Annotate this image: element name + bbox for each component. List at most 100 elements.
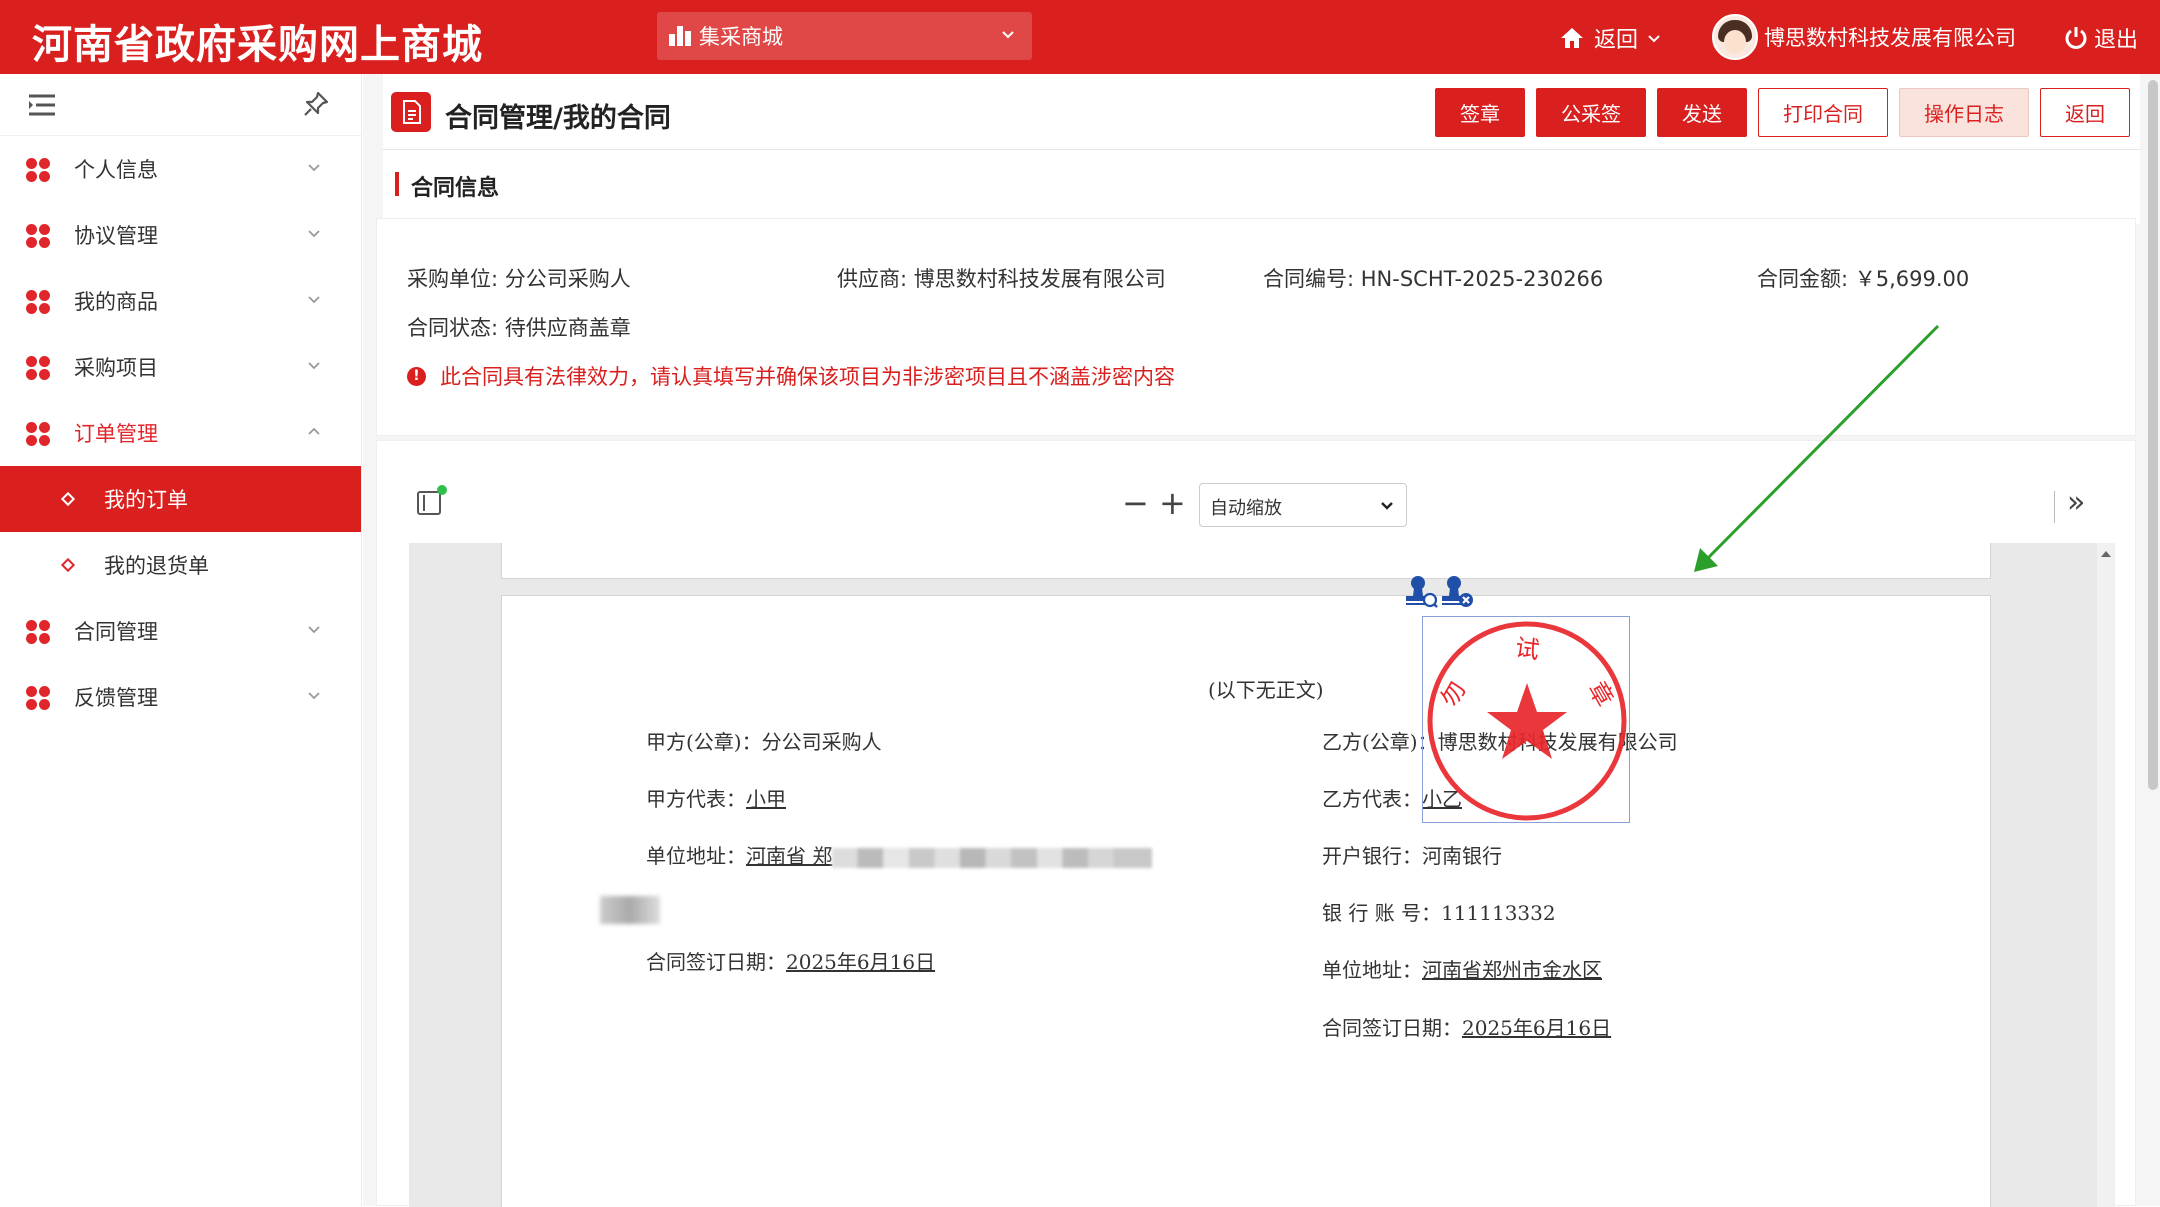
party-b-date-value: 2025年6月16日 — [1462, 1016, 1612, 1040]
party-a-date-line: 合同签订日期：2025年6月16日 — [646, 946, 935, 975]
toolbar-divider — [2054, 491, 2055, 523]
sidebar-subitem-label: 我的退货单 — [104, 554, 209, 578]
party-a-date-value: 2025年6月16日 — [786, 950, 936, 974]
sidebar-item-agreements[interactable]: 协议管理 — [0, 202, 361, 268]
page-scrollbar[interactable] — [2146, 80, 2160, 800]
page-title: 合同管理/我的合同 — [445, 103, 671, 134]
section-header: 合同信息 — [383, 150, 2140, 224]
operation-log-button[interactable]: 操作日志 — [1899, 88, 2029, 137]
sidebar-toolbar — [0, 74, 361, 136]
diamond-icon — [60, 491, 76, 507]
menu-toggle-icon[interactable] — [28, 94, 56, 116]
user-menu[interactable]: 博思数村科技发展有限公司 — [1712, 14, 2016, 60]
party-b-label: 乙方(公章)： — [1322, 730, 1438, 754]
sidebar-item-label: 采购项目 — [74, 356, 158, 380]
sidebar: 个人信息 协议管理 我的商品 采购项目 订单管理 我的订单 我的退货单 合同管理… — [0, 74, 362, 1206]
section-title: 合同信息 — [411, 176, 500, 201]
sidebar-item-label: 合同管理 — [74, 620, 158, 644]
pdf-pages-area[interactable]: (以下无正文) 甲方(公章)：分公司采购人 甲方代表：小甲 单位地址：河南省 郑… — [409, 543, 2115, 1207]
sign-button[interactable]: 签章 — [1435, 88, 1525, 137]
mall-select[interactable]: 集采商城 — [657, 12, 1032, 60]
more-tools-button[interactable]: » — [2067, 485, 2085, 520]
party-a-label: 甲方(公章)： — [646, 730, 762, 754]
pin-icon[interactable] — [302, 90, 330, 118]
sidebar-subitem-my-orders[interactable]: 我的订单 — [0, 466, 361, 532]
sidebar-item-feedback[interactable]: 反馈管理 — [0, 664, 361, 730]
chevron-down-icon — [308, 296, 320, 304]
page-scrollbar-thumb[interactable] — [2148, 80, 2158, 790]
party-a-address-line: 单位地址：河南省 郑 — [646, 840, 1153, 869]
party-a-rep-value: 小甲 — [746, 787, 786, 811]
logout-button[interactable]: 退出 — [2064, 22, 2138, 54]
party-b-addr-label: 单位地址： — [1322, 958, 1422, 982]
party-b-account-line: 银 行 账 号：111113332 — [1322, 897, 1556, 926]
stamp-preview-icon[interactable] — [1404, 574, 1438, 608]
party-b-bank-label: 开户银行： — [1322, 844, 1422, 868]
sidebar-subitem-my-returns[interactable]: 我的退货单 — [0, 532, 361, 598]
sidebar-item-contracts[interactable]: 合同管理 — [0, 598, 361, 664]
chevron-down-icon — [1002, 31, 1014, 39]
redacted-text — [832, 847, 1153, 868]
sidebar-item-profile[interactable]: 个人信息 — [0, 136, 361, 202]
stamp-tools — [1404, 574, 1476, 608]
clover-icon — [26, 620, 52, 646]
sidebar-item-label: 订单管理 — [74, 422, 158, 446]
party-b-addr-value: 河南省郑州市金水区 — [1422, 958, 1602, 982]
chevron-down-icon — [308, 692, 320, 700]
sidebar-item-label: 协议管理 — [74, 224, 158, 248]
stamp-remove-icon[interactable] — [1440, 574, 1474, 608]
party-a-date-label: 合同签订日期： — [646, 950, 786, 974]
return-button[interactable]: 返回 — [2040, 88, 2130, 137]
seal-selection-box[interactable]: 试 勿 章 — [1422, 616, 1630, 823]
back-menu[interactable]: 返回 — [1560, 22, 1662, 54]
party-b-address-line: 单位地址：河南省郑州市金水区 — [1322, 954, 1602, 983]
sidebar-item-label: 个人信息 — [74, 158, 158, 182]
site-title: 河南省政府采购网上商城 — [32, 21, 483, 68]
chevron-up-icon — [308, 427, 320, 435]
user-name: 博思数村科技发展有限公司 — [1764, 26, 2016, 50]
clover-icon — [26, 422, 52, 448]
zoom-select[interactable]: 自动缩放 — [1199, 483, 1407, 527]
public-sign-button[interactable]: 公采签 — [1536, 88, 1646, 137]
party-b-date-line: 合同签订日期：2025年6月16日 — [1322, 1012, 1611, 1041]
legal-warning-text: 此合同具有法律效力，请认真填写并确保该项目为非涉密项目且不涵盖涉密内容 — [440, 365, 1175, 389]
send-button[interactable]: 发送 — [1657, 88, 1747, 137]
zoom-out-button[interactable]: − — [1122, 487, 1149, 519]
party-a-rep-line: 甲方代表：小甲 — [646, 783, 786, 812]
clover-icon — [26, 158, 52, 184]
sidebar-item-products[interactable]: 我的商品 — [0, 268, 361, 334]
clover-icon — [26, 686, 52, 712]
contract-status: 合同状态: 待供应商盖章 — [407, 316, 631, 340]
sidebar-item-projects[interactable]: 采购项目 — [0, 334, 361, 400]
action-buttons: 签章 公采签 发送 打印合同 操作日志 返回 — [1424, 88, 2130, 137]
sidebar-subitem-label: 我的订单 — [104, 488, 188, 512]
party-a-seal-line: 甲方(公章)：分公司采购人 — [646, 726, 882, 755]
avatar — [1712, 14, 1758, 60]
party-b-bank-line: 开户银行：河南银行 — [1322, 840, 1502, 869]
annotation-arrow — [1694, 324, 1940, 572]
buyer-info: 采购单位: 分公司采购人 — [407, 267, 631, 291]
zoom-in-button[interactable]: + — [1159, 487, 1186, 519]
pdf-scrollbar[interactable] — [2097, 543, 2115, 1207]
chevron-down-icon — [1381, 502, 1393, 510]
page-header: 合同管理/我的合同 签章 公采签 发送 打印合同 操作日志 返回 — [383, 74, 2140, 150]
logout-label: 退出 — [2094, 28, 2139, 53]
scroll-up-icon[interactable] — [2101, 551, 2111, 557]
chevron-down-icon — [308, 626, 320, 634]
official-seal: 试 勿 章 — [1427, 621, 1627, 821]
document-icon — [391, 92, 431, 132]
sidebar-toggle-icon[interactable] — [417, 485, 447, 515]
print-contract-button[interactable]: 打印合同 — [1758, 88, 1888, 137]
party-b-bank-value: 河南银行 — [1422, 844, 1502, 868]
home-icon — [1561, 28, 1583, 48]
supplier-info: 供应商: 博思数村科技发展有限公司 — [837, 267, 1166, 291]
party-b-rep-label: 乙方代表： — [1322, 787, 1422, 811]
party-a-value: 分公司采购人 — [761, 730, 882, 754]
contract-number: 合同编号: HN-SCHT-2025-230266 — [1263, 267, 1604, 291]
clover-icon — [26, 356, 52, 382]
sidebar-item-orders[interactable]: 订单管理 — [0, 400, 361, 466]
contract-page: (以下无正文) 甲方(公章)：分公司采购人 甲方代表：小甲 单位地址：河南省 郑… — [501, 576, 1991, 1207]
back-menu-label: 返回 — [1594, 28, 1639, 53]
legal-warning: ! 此合同具有法律效力，请认真填写并确保该项目为非涉密项目且不涵盖涉密内容 — [407, 361, 1175, 391]
party-b-date-label: 合同签订日期： — [1322, 1016, 1462, 1040]
